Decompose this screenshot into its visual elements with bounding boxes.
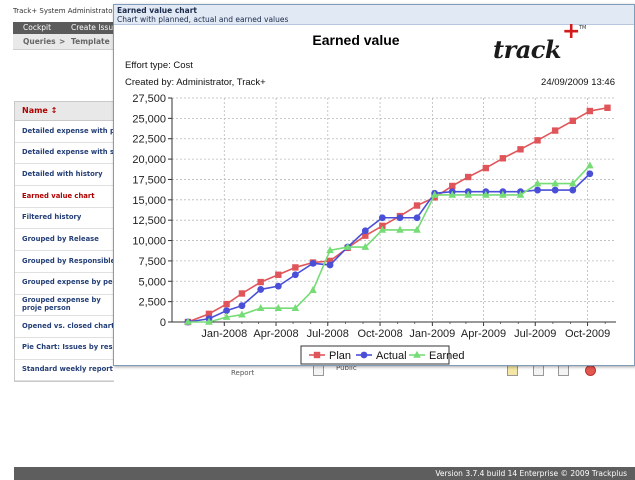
list-item[interactable]: Filtered history: [15, 208, 114, 230]
data-point-plan: [275, 271, 282, 278]
list-item[interactable]: Pie Chart: Issues by respo: [15, 338, 114, 360]
x-tick-label: Jan-2008: [201, 328, 247, 340]
legend-marker: [313, 351, 321, 359]
data-point-actual: [274, 282, 282, 290]
data-point-actual: [238, 302, 246, 310]
x-tick-label: Jan-2009: [409, 328, 455, 340]
y-tick-label: 17,500: [132, 174, 166, 186]
data-point-plan: [464, 173, 472, 181]
download-icon[interactable]: [533, 365, 544, 376]
data-point-plan: [517, 146, 524, 153]
data-point-actual: [326, 261, 334, 269]
checkbox-icon[interactable]: [313, 365, 324, 376]
y-tick-label: 22,500: [132, 134, 166, 146]
dialog-header[interactable]: Earned value chart Chart with planned, a…: [114, 5, 634, 25]
x-tick-label: Oct-2009: [565, 328, 610, 340]
data-point-plan: [413, 202, 421, 209]
app-title: Track+ System Administrator: [13, 7, 116, 15]
column-header-name[interactable]: Name ↕: [15, 102, 114, 121]
legend-label: Earned: [429, 350, 464, 362]
data-point-plan: [534, 137, 541, 144]
data-point-plan: [292, 264, 299, 271]
y-tick-label: 12,500: [132, 215, 166, 227]
breadcrumb-separator: >: [59, 37, 66, 46]
x-tick-label: Jul-2009: [514, 328, 556, 340]
data-point-actual: [257, 286, 265, 293]
legend-label: Plan: [329, 350, 351, 362]
report-list: Name ↕ Detailed expense with per Detaile…: [14, 101, 114, 383]
data-point-plan: [238, 290, 246, 297]
y-tick-label: 5,000: [138, 276, 166, 288]
y-tick-label: 10,000: [132, 236, 166, 248]
breadcrumb: Queries > Template: [13, 34, 123, 50]
data-point-actual: [361, 227, 369, 235]
info-icon[interactable]: [507, 365, 518, 376]
y-tick-label: 7,500: [138, 256, 166, 268]
legend-label: Actual: [376, 350, 407, 362]
trackplus-logo: track: [493, 35, 562, 64]
list-item[interactable]: Grouped by Responsible: [15, 251, 114, 273]
nav-cockpit[interactable]: Cockpit: [23, 23, 51, 32]
data-point-plan: [257, 278, 264, 286]
created-by: Created by: Administrator, Track+: [125, 77, 266, 88]
list-item[interactable]: Standard weekly report: [15, 360, 114, 382]
list-item[interactable]: Grouped by Release: [15, 229, 114, 252]
y-tick-label: 27,500: [132, 93, 166, 105]
version-text: Version 3.7.4 build 14 Enterprise © 2009…: [435, 469, 627, 478]
x-tick-label: Apr-2009: [461, 328, 506, 340]
legend-marker: [360, 351, 368, 359]
data-point-actual: [551, 186, 559, 194]
x-tick-label: Apr-2008: [253, 328, 298, 340]
list-item[interactable]: Grouped expense by proje person: [15, 295, 114, 317]
y-tick-label: 0: [160, 317, 166, 329]
data-point-plan: [482, 164, 490, 172]
data-point-plan: [499, 155, 507, 162]
list-item[interactable]: Grouped expense by perso: [15, 273, 114, 295]
effort-type: Effort type: Cost: [125, 60, 193, 71]
data-point-plan: [223, 300, 230, 308]
y-tick-label: 20,000: [132, 154, 166, 166]
data-point-actual: [309, 259, 317, 267]
data-point-actual: [534, 186, 541, 194]
data-point-actual: [396, 214, 404, 222]
plot-area: [172, 98, 616, 322]
data-point-actual: [413, 214, 421, 222]
main-nav: Cockpit Create Issu: [13, 22, 123, 34]
dialog-title: Earned value chart: [117, 6, 197, 15]
list-item[interactable]: Detailed expense with sub: [15, 143, 114, 165]
data-point-actual: [569, 186, 577, 194]
created-at: 24/09/2009 13:46: [541, 77, 615, 88]
list-item[interactable]: Detailed expense with per: [15, 121, 114, 143]
y-tick-label: 25,000: [132, 113, 166, 125]
breadcrumb-queries[interactable]: Queries: [23, 37, 56, 46]
data-point-actual: [291, 271, 299, 279]
list-item-active[interactable]: Earned value chart: [15, 186, 114, 208]
data-point-actual: [378, 214, 386, 222]
delete-icon[interactable]: [585, 365, 596, 376]
y-tick-label: 15,000: [132, 195, 166, 207]
plus-icon: +: [562, 19, 581, 44]
trademark-mark: TM: [579, 25, 587, 31]
earned-value-chart: 0 2,500 5,000 7,500 10,000 12,500 15,000 17,500…: [132, 93, 616, 365]
list-item[interactable]: Opened vs. closed chart: [15, 316, 114, 338]
data-point-actual: [586, 170, 594, 178]
data-point-plan: [586, 107, 594, 115]
nav-create-issue[interactable]: Create Issu: [71, 23, 113, 32]
data-point-plan: [551, 127, 559, 134]
chart-dialog: Earned value chart Chart with planned, a…: [113, 4, 635, 366]
breadcrumb-templates[interactable]: Template: [71, 37, 110, 46]
report-type-label: Report: [231, 369, 255, 377]
y-tick-label: 2,500: [138, 297, 166, 309]
footer: Version 3.7.4 build 14 Enterprise © 2009…: [14, 467, 635, 480]
list-item[interactable]: Detailed with history: [15, 164, 114, 187]
dialog-subtitle: Chart with planned, actual and earned va…: [117, 15, 289, 24]
x-tick-label: Oct-2008: [357, 328, 402, 340]
data-point-plan: [449, 182, 456, 190]
x-tick-label: Jul-2008: [307, 328, 349, 340]
edit-icon[interactable]: [558, 365, 569, 376]
data-point-plan: [569, 117, 576, 125]
data-point-plan: [604, 104, 611, 111]
